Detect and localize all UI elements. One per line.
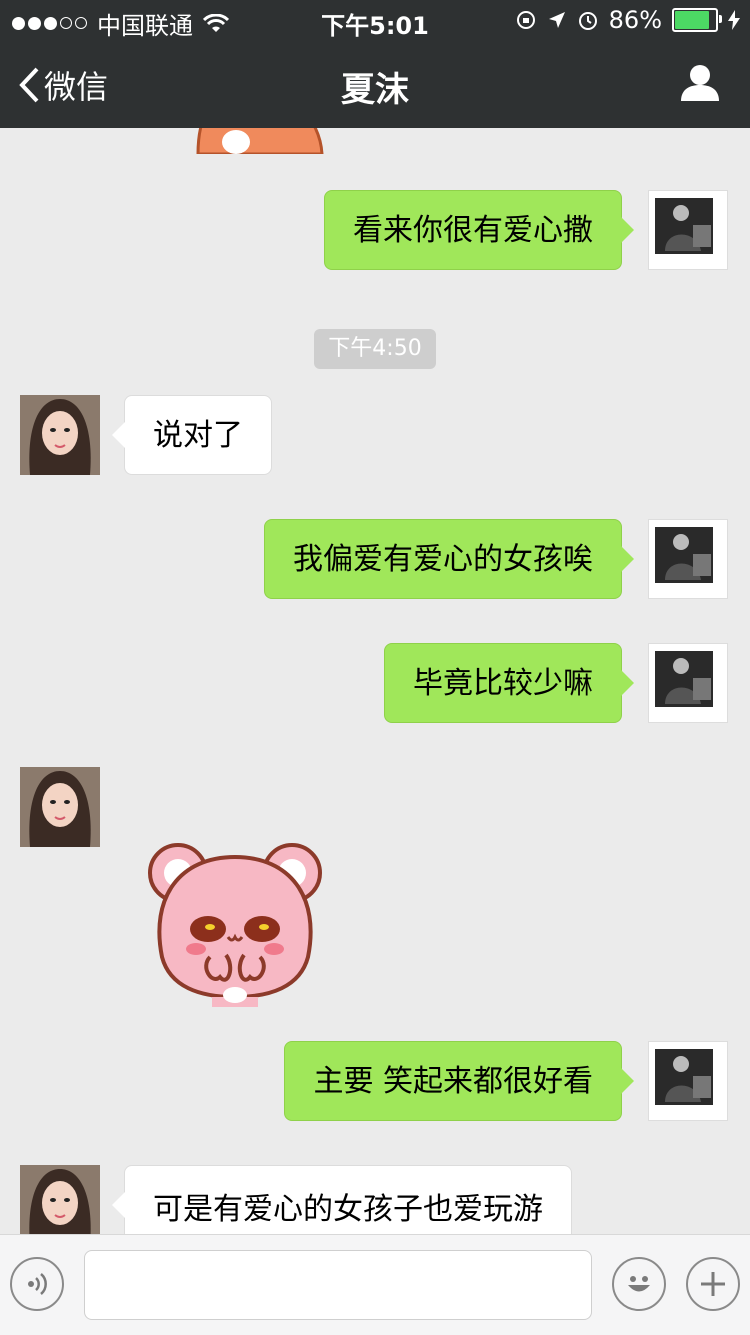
header: 中国联通 下午5:01 86% 微信 夏沫 — [0, 0, 750, 128]
emoji-button[interactable] — [612, 1257, 666, 1311]
chat-title: 夏沫 — [341, 70, 409, 110]
message-bubble-sent[interactable]: 我偏爱有爱心的女孩唉 — [264, 519, 634, 599]
message-bubble-sent[interactable]: 毕竟比较少嘛 — [384, 643, 634, 723]
status-bar: 中国联通 下午5:01 86% — [0, 0, 750, 40]
timestamp-pill: 下午4:50 — [314, 329, 436, 369]
voice-button[interactable] — [10, 1257, 64, 1311]
message-bubble-received[interactable]: 说对了 — [112, 395, 272, 475]
contact-avatar[interactable] — [20, 395, 100, 475]
smiley-icon — [628, 1276, 650, 1292]
sticker-partial — [196, 128, 324, 154]
battery-icon — [672, 8, 722, 32]
contact-avatar[interactable] — [20, 767, 100, 847]
alarm-icon — [578, 12, 597, 30]
status-right: 86% — [515, 6, 740, 34]
message-bubble-sent[interactable]: 看来你很有爱心撒 — [324, 190, 634, 270]
navbar: 微信 夏沫 — [0, 40, 750, 128]
profile-button[interactable] — [680, 64, 720, 106]
my-avatar[interactable] — [648, 643, 728, 723]
carrier-label: 中国联通 — [97, 12, 193, 40]
status-left: 中国联通 — [12, 6, 229, 41]
person-icon — [681, 65, 719, 101]
plus-icon — [701, 1272, 725, 1296]
pink-bear-sticker[interactable] — [140, 837, 330, 1007]
signal-strength-icon — [12, 17, 87, 30]
location-icon — [548, 12, 565, 28]
message-bubble-sent[interactable]: 主要 笑起来都很好看 — [284, 1041, 634, 1121]
back-button[interactable]: 微信 — [18, 62, 108, 108]
message-bubble-received[interactable]: 可是有爱心的女孩子也爱玩游 — [112, 1165, 572, 1234]
chat-area[interactable]: 看来你很有爱心撒 下午4:50 说对了 我偏爱有爱心的女孩唉 毕竟比较少嘛 主要… — [0, 128, 750, 1234]
input-bar — [0, 1234, 750, 1335]
more-button[interactable] — [686, 1257, 740, 1311]
my-avatar[interactable] — [648, 1041, 728, 1121]
my-avatar[interactable] — [648, 190, 728, 270]
back-label: 微信 — [44, 68, 109, 106]
my-avatar[interactable] — [648, 519, 728, 599]
rotation-lock-icon — [516, 11, 535, 29]
voice-icon — [28, 1273, 47, 1295]
battery-percent: 86% — [608, 6, 662, 34]
contact-avatar[interactable] — [20, 1165, 100, 1234]
chevron-left-icon — [19, 67, 39, 103]
wifi-icon — [203, 13, 229, 32]
message-input[interactable] — [84, 1250, 592, 1320]
charging-icon — [728, 10, 740, 30]
